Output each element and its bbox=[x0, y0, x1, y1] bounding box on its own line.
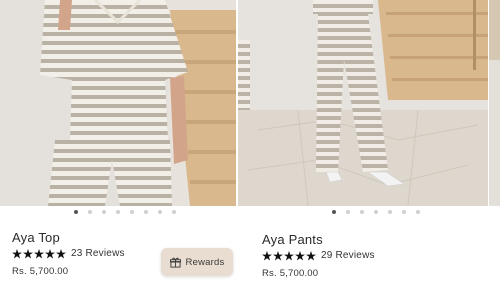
star-icon bbox=[295, 250, 305, 260]
pager-dot[interactable] bbox=[402, 210, 406, 214]
star-icon bbox=[45, 248, 55, 258]
pager-dot[interactable] bbox=[332, 210, 336, 214]
product-image-aya-top[interactable] bbox=[0, 0, 236, 206]
product-card-aya-top[interactable]: Aya Top 23 Reviews Rs. 5,700.00 bbox=[0, 0, 236, 281]
star-icon bbox=[56, 248, 66, 258]
star-rating bbox=[12, 248, 67, 259]
star-icon bbox=[306, 250, 316, 260]
pager-dot[interactable] bbox=[172, 210, 176, 214]
product-title[interactable]: Aya Top bbox=[12, 230, 60, 245]
pager-dot[interactable] bbox=[360, 210, 364, 214]
image-pager-dots bbox=[0, 210, 236, 218]
gift-icon bbox=[169, 257, 181, 268]
rewards-button[interactable]: Rewards bbox=[161, 248, 233, 276]
pager-dot[interactable] bbox=[102, 210, 106, 214]
rewards-label: Rewards bbox=[185, 256, 225, 268]
star-icon bbox=[262, 250, 272, 260]
star-rating bbox=[262, 250, 317, 261]
star-icon bbox=[12, 248, 22, 258]
pager-dot[interactable] bbox=[116, 210, 120, 214]
image-pager-dots bbox=[238, 210, 488, 218]
product-card-aya-pants[interactable]: Aya Pants 29 Reviews Rs. 5,700.00 bbox=[238, 0, 488, 281]
star-icon bbox=[284, 250, 294, 260]
product-image-partial[interactable] bbox=[489, 0, 500, 206]
pager-dot[interactable] bbox=[130, 210, 134, 214]
star-icon bbox=[34, 248, 44, 258]
pager-dot[interactable] bbox=[74, 210, 78, 214]
star-icon bbox=[23, 248, 33, 258]
pager-dot[interactable] bbox=[388, 210, 392, 214]
pager-dot[interactable] bbox=[144, 210, 148, 214]
star-icon bbox=[273, 250, 283, 260]
pager-dot[interactable] bbox=[88, 210, 92, 214]
product-price: Rs. 5,700.00 bbox=[12, 266, 69, 277]
product-rating[interactable]: 23 Reviews bbox=[12, 248, 125, 259]
product-image-aya-pants[interactable] bbox=[238, 0, 488, 206]
pager-dot[interactable] bbox=[374, 210, 378, 214]
product-title[interactable]: Aya Pants bbox=[262, 232, 323, 247]
review-count[interactable]: 29 Reviews bbox=[321, 250, 375, 261]
review-count[interactable]: 23 Reviews bbox=[71, 248, 125, 259]
pager-dot[interactable] bbox=[158, 210, 162, 214]
pager-dot[interactable] bbox=[346, 210, 350, 214]
product-card-partial[interactable] bbox=[489, 0, 500, 281]
pager-dot[interactable] bbox=[416, 210, 420, 214]
product-rating[interactable]: 29 Reviews bbox=[262, 250, 375, 261]
product-price: Rs. 5,700.00 bbox=[262, 268, 319, 279]
